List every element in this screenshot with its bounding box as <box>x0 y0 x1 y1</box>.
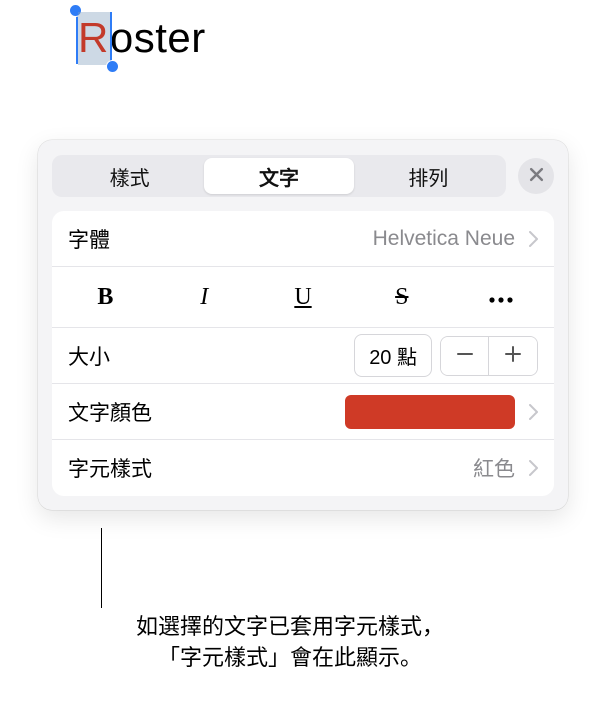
chevron-right-icon <box>529 404 538 420</box>
size-control: 20 點 <box>354 334 538 377</box>
callout-text: 如選擇的文字已套用字元樣式， 「字元樣式」會在此顯示。 <box>80 612 500 674</box>
tab-text[interactable]: 文字 <box>204 158 353 194</box>
inspector-tabs: 樣式 文字 排列 <box>52 155 506 197</box>
text-color-swatch[interactable] <box>345 395 515 429</box>
callout-line-1: 如選擇的文字已套用字元樣式， <box>136 614 444 639</box>
font-value: Helvetica Neue <box>373 227 515 251</box>
tab-style[interactable]: 樣式 <box>55 158 204 194</box>
font-row[interactable]: 字體 Helvetica Neue <box>52 211 554 267</box>
text-object[interactable]: R oster <box>78 14 206 62</box>
size-row: 大小 20 點 <box>52 328 554 384</box>
more-formatting-button[interactable] <box>451 277 550 317</box>
strikethrough-button[interactable]: S <box>352 277 451 317</box>
unselected-text[interactable]: oster <box>110 14 206 62</box>
document-canvas[interactable]: R oster <box>0 0 606 135</box>
font-label: 字體 <box>68 224 363 254</box>
character-style-label: 字元樣式 <box>68 453 463 483</box>
character-style-value: 紅色 <box>473 453 515 483</box>
text-selection[interactable]: R <box>78 14 110 62</box>
chevron-right-icon <box>529 231 538 247</box>
size-stepper <box>440 336 538 376</box>
plus-icon <box>504 342 522 370</box>
tab-arrange[interactable]: 排列 <box>354 158 503 194</box>
size-label: 大小 <box>68 341 344 371</box>
italic-button[interactable]: I <box>155 277 254 317</box>
ellipsis-icon <box>488 283 514 311</box>
chevron-right-icon <box>529 460 538 476</box>
bold-button[interactable]: B <box>56 277 155 317</box>
callout-line-2: 「字元樣式」會在此顯示。 <box>158 645 422 670</box>
callout-leader-line <box>101 528 102 608</box>
size-increase-button[interactable] <box>489 337 537 375</box>
selection-handle-end[interactable] <box>106 60 119 73</box>
close-button[interactable] <box>518 158 554 194</box>
character-style-row[interactable]: 字元樣式 紅色 <box>52 440 554 496</box>
text-color-label: 文字顏色 <box>68 397 335 427</box>
size-decrease-button[interactable] <box>441 337 489 375</box>
format-buttons-row: B I U S <box>52 267 554 328</box>
selection-caret-right[interactable] <box>110 12 112 62</box>
underline-button[interactable]: U <box>254 277 353 317</box>
minus-icon <box>456 342 474 370</box>
close-icon <box>529 167 544 185</box>
panel-header: 樣式 文字 排列 <box>38 155 568 211</box>
size-value-field[interactable]: 20 點 <box>354 334 432 377</box>
selected-character[interactable]: R <box>78 12 110 65</box>
format-inspector-panel: 樣式 文字 排列 字體 Helvetica Neue B I U S <box>38 140 568 510</box>
text-settings-list: 字體 Helvetica Neue B I U S 大小 20 點 <box>52 211 554 496</box>
text-color-row[interactable]: 文字顏色 <box>52 384 554 440</box>
